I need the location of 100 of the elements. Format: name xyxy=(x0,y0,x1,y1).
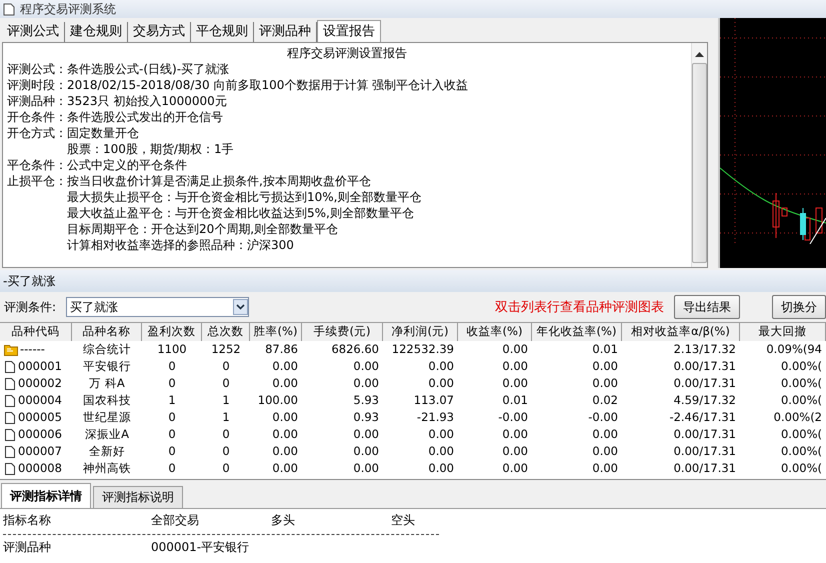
report-label: 评测品种： xyxy=(7,93,67,109)
table-cell-text: 0.00 xyxy=(352,443,380,460)
hint-text: 双击列表行查看品种评测图表 xyxy=(495,299,664,316)
folder-icon xyxy=(4,343,18,356)
column-header[interactable]: 胜率(%) xyxy=(250,323,302,341)
report-text: 按当日收盘价计算是否满足止损条件,按本周期收盘价平仓 xyxy=(67,173,372,189)
table-cell-text: 6826.60 xyxy=(330,341,380,358)
export-button[interactable]: 导出结果 xyxy=(674,295,740,319)
table-cell-text: -21.93 xyxy=(416,409,455,426)
report-text: 计算相对收益率选择的参照品种：沪深300 xyxy=(67,237,295,253)
condition-dropdown[interactable]: 买了就涨 xyxy=(66,297,250,317)
table-cell-text: -0.00 xyxy=(587,409,619,426)
table-cell-text: 神州高铁 xyxy=(82,460,132,477)
table-cell: 000004 xyxy=(18,392,62,409)
column-header[interactable]: 总次数 xyxy=(202,323,250,341)
table-cell: 000006 xyxy=(18,426,62,443)
table-cell-text: 0.00 xyxy=(501,375,529,392)
table-cell-text: 0.02 xyxy=(591,392,619,409)
table-cell-text: 0.00 xyxy=(591,460,619,477)
document-icon xyxy=(4,444,16,458)
table-cell-text: 5.93 xyxy=(352,392,380,409)
table-cell-text: 0 xyxy=(221,426,231,443)
table-cell-text: 0.00%( xyxy=(780,392,823,409)
table-cell-text: 0.00 xyxy=(427,426,455,443)
table-cell-text: 0.00 xyxy=(501,341,529,358)
table-cell: 000001 xyxy=(18,358,62,375)
table-cell-text: 0.00 xyxy=(591,375,619,392)
document-icon xyxy=(4,394,16,408)
table-cell-text: 0 xyxy=(167,375,177,392)
document-icon xyxy=(4,462,16,476)
report-text: 条件选股公式-(日线)-买了就涨 xyxy=(67,61,230,77)
table-cell-text: 0 xyxy=(221,460,231,477)
table-cell-text: 0.00%( xyxy=(780,358,823,375)
report-text: 2018/02/15-2018/08/30 向前多取100个数据用于计算 强制平仓计入收益 xyxy=(67,77,470,93)
table-cell-text: 综合统计 xyxy=(82,341,132,358)
column-header[interactable]: 净利润(元) xyxy=(383,323,458,341)
table-cell-text: 0.00/17.31 xyxy=(672,375,737,392)
column-header[interactable]: 相对收益率α/β(%) xyxy=(622,323,740,341)
table-cell-text: 全新好 xyxy=(88,443,126,460)
scroll-up-icon[interactable] xyxy=(695,51,704,57)
table-cell-text: 0.00/17.31 xyxy=(672,443,737,460)
table-cell-text: 世纪星源 xyxy=(82,409,132,426)
table-cell-text: 4.59/17.32 xyxy=(672,392,737,409)
table-cell-text: 评测品种 xyxy=(3,540,52,555)
report-label: 评测时段： xyxy=(7,77,67,93)
table-cell-text: 000001-平安银行 xyxy=(151,540,250,555)
table-cell-text: 1 xyxy=(221,392,231,409)
table-cell-text: 0.00 xyxy=(352,460,380,477)
table-cell-text: 0 xyxy=(167,358,177,375)
table-cell-text: 0 xyxy=(221,443,231,460)
table-cell-text: 0.00/17.31 xyxy=(672,426,737,443)
document-icon xyxy=(4,410,16,424)
tab[interactable]: 设置报告 xyxy=(317,20,381,43)
table-cell-text: 1 xyxy=(221,409,231,426)
report-title: 程序交易评测设置报告 xyxy=(286,45,408,61)
table-cell-text: 0.00 xyxy=(591,426,619,443)
tab[interactable]: 评测指标详情 xyxy=(1,483,91,508)
condition-label: 评测条件: xyxy=(4,298,56,316)
table-cell-text: 100.00 xyxy=(256,392,299,409)
column-header[interactable]: 手续费(元) xyxy=(302,323,383,341)
table-cell-text: 0.00 xyxy=(271,358,299,375)
tab[interactable]: 评测指标说明 xyxy=(93,486,183,508)
scrollbar-thumb[interactable] xyxy=(692,63,707,263)
table-cell-text: 0.93 xyxy=(352,409,380,426)
table-cell-text: 0 xyxy=(167,426,177,443)
column-header[interactable]: 品种名称 xyxy=(72,323,142,341)
dropdown-caret-icon xyxy=(233,299,248,315)
column-header: 指标名称 xyxy=(3,513,52,528)
table-cell-text: 0 xyxy=(167,460,177,477)
column-header[interactable]: 盈利次数 xyxy=(142,323,202,341)
table-cell-text: 0.00 xyxy=(427,358,455,375)
table-cell-text: 0.00 xyxy=(271,426,299,443)
switch-button[interactable]: 切换分 xyxy=(772,295,826,319)
table-cell-text: 0.00 xyxy=(501,460,529,477)
report-label: 止损平仓： xyxy=(7,173,67,189)
section-header: -买了就涨 xyxy=(0,270,826,292)
table-cell-text: -2.46/17.31 xyxy=(668,409,737,426)
column-header[interactable]: 最大回撤 xyxy=(740,323,826,341)
table-cell-text: 0.00 xyxy=(271,460,299,477)
column-header: 多头 xyxy=(271,513,296,528)
table-cell-text: 1 xyxy=(167,392,177,409)
table-cell-text: 113.07 xyxy=(412,392,455,409)
table-cell-text: 0 xyxy=(221,375,231,392)
column-header[interactable]: 品种代码 xyxy=(0,323,72,341)
table-cell-text: 0.00 xyxy=(352,426,380,443)
table-cell-text: 0.09%(94 xyxy=(765,341,823,358)
table-cell-text: 0.00 xyxy=(591,358,619,375)
report-text: 最大收益止盈平仓：与开仓资金相比收益达到5%,则全部数量平仓 xyxy=(67,205,415,221)
table-cell-text: 国农科技 xyxy=(82,392,132,409)
table-cell-text: 2.13/17.32 xyxy=(672,341,737,358)
table-cell-text: -0.00 xyxy=(497,409,529,426)
table-cell-text: 0 xyxy=(167,443,177,460)
table-cell-text: 0.00 xyxy=(271,409,299,426)
table-cell-text: 0.00 xyxy=(501,443,529,460)
table-cell: 000008 xyxy=(18,460,62,477)
report-text: 3523只 初始投入1000000元 xyxy=(67,93,228,109)
report-text: 固定数量开仓 xyxy=(67,125,140,141)
column-header[interactable]: 收益率(%) xyxy=(458,323,532,341)
report-label: 平仓条件： xyxy=(7,157,67,173)
column-header[interactable]: 年化收益率(%) xyxy=(532,323,622,341)
